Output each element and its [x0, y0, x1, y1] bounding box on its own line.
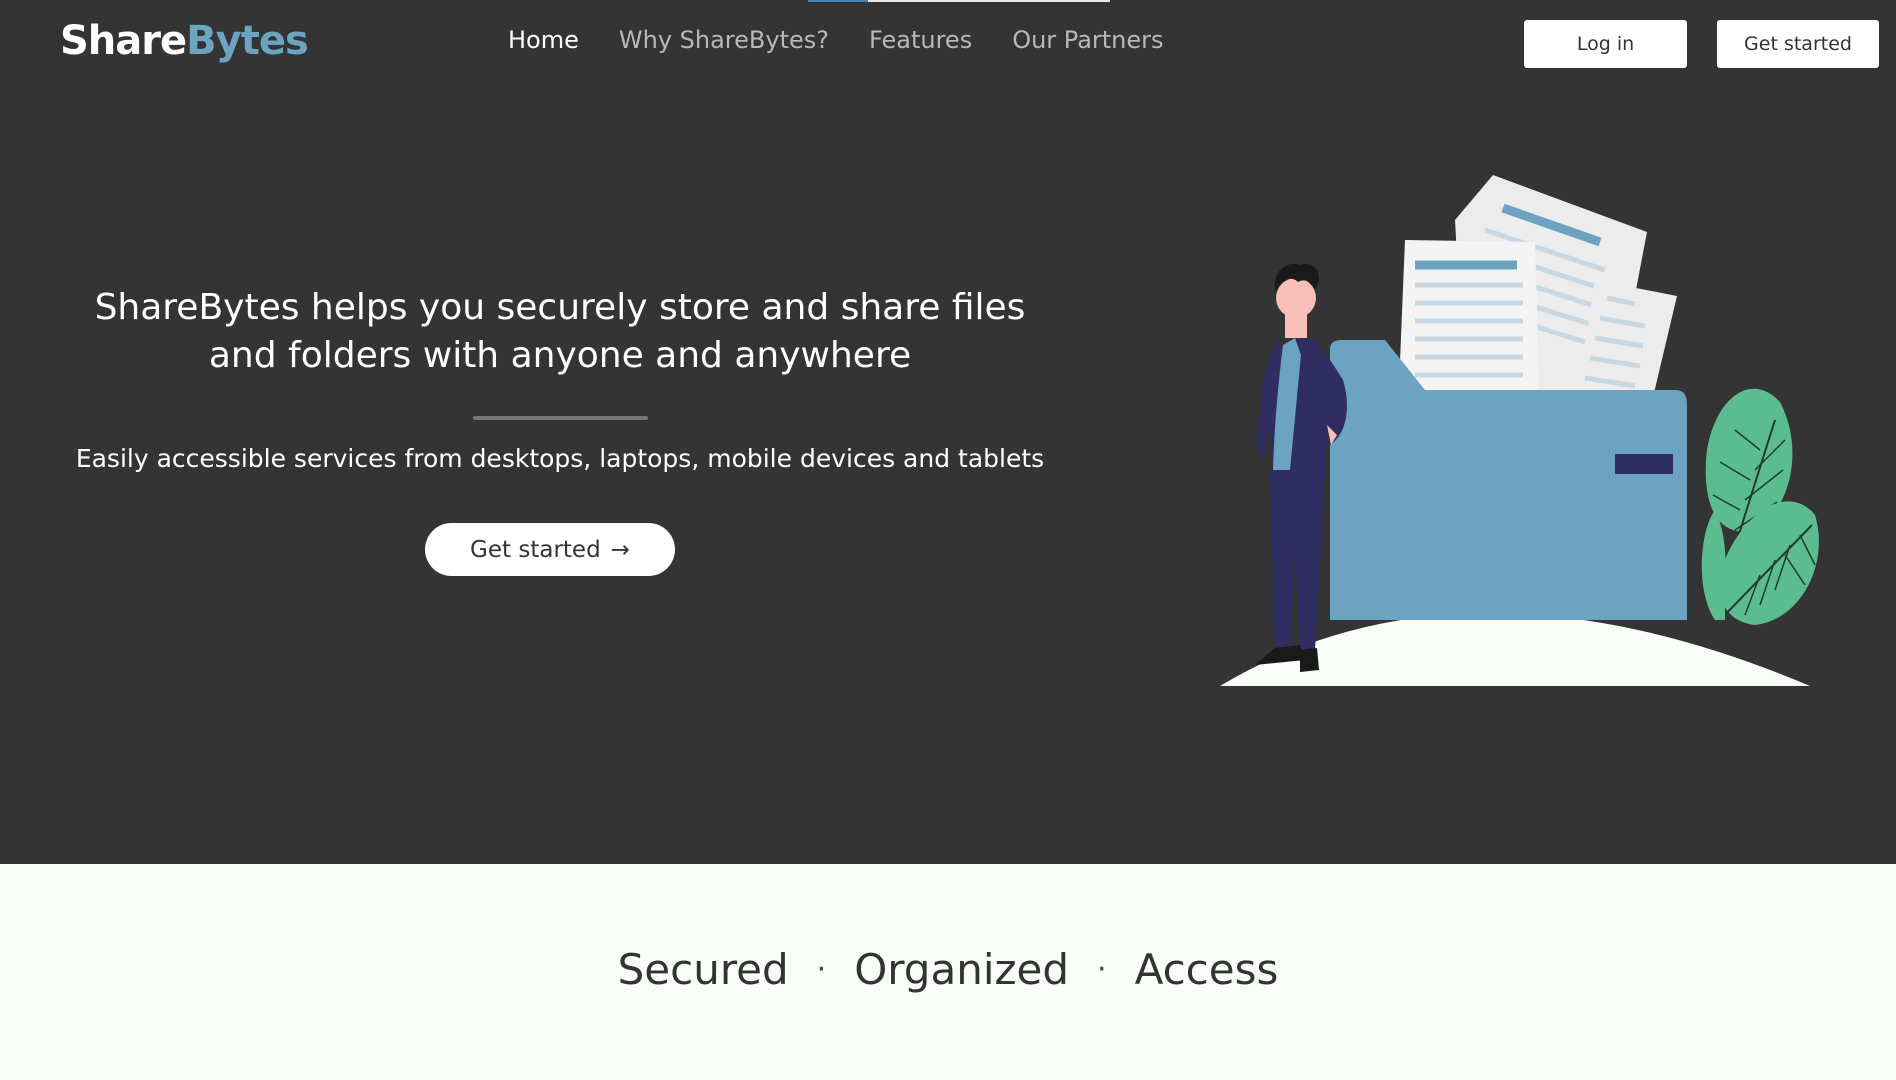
person-with-folder-illustration: [1220, 175, 1819, 686]
hero-headline-line2: and folders with anyone and anywhere: [208, 335, 912, 376]
leaf-plant-icon: [1701, 388, 1819, 625]
get-started-header-button[interactable]: Get started: [1717, 20, 1879, 68]
logo[interactable]: ShareBytes: [60, 18, 309, 64]
arrow-right-icon: →: [610, 536, 630, 563]
hero-subline: Easily accessible services from desktops…: [75, 444, 1045, 473]
logo-text-part2: Bytes: [186, 18, 309, 64]
hero-section: ShareBytes Home Why ShareBytes? Features…: [0, 0, 1896, 864]
hero-divider: [473, 416, 648, 420]
tagline-access: Access: [1134, 945, 1279, 994]
main-nav: Home Why ShareBytes? Features Our Partne…: [508, 26, 1164, 54]
tagline-separator: ·: [1097, 952, 1107, 987]
login-button[interactable]: Log in: [1524, 20, 1687, 68]
nav-scroll-indicator: [808, 0, 1110, 2]
tagline: Secured · Organized · Access: [0, 945, 1896, 994]
nav-item-why-sharebytes[interactable]: Why ShareBytes?: [619, 26, 829, 54]
hero-headline: ShareBytes helps you securely store and …: [60, 284, 1060, 380]
nav-item-home[interactable]: Home: [508, 26, 579, 54]
logo-text-part1: Share: [60, 18, 187, 64]
documents-icon: [1398, 175, 1677, 410]
cta-label: Get started: [470, 536, 601, 563]
nav-item-our-partners[interactable]: Our Partners: [1012, 26, 1163, 54]
tagline-separator: ·: [816, 952, 827, 987]
nav-scroll-indicator-active: [808, 0, 868, 2]
nav-item-features[interactable]: Features: [869, 26, 972, 54]
tagline-organized: Organized: [854, 945, 1070, 994]
tagline-secured: Secured: [617, 945, 789, 994]
get-started-cta-button[interactable]: Get started →: [425, 523, 675, 576]
hero-headline-line1: ShareBytes helps you securely store and …: [94, 287, 1026, 328]
